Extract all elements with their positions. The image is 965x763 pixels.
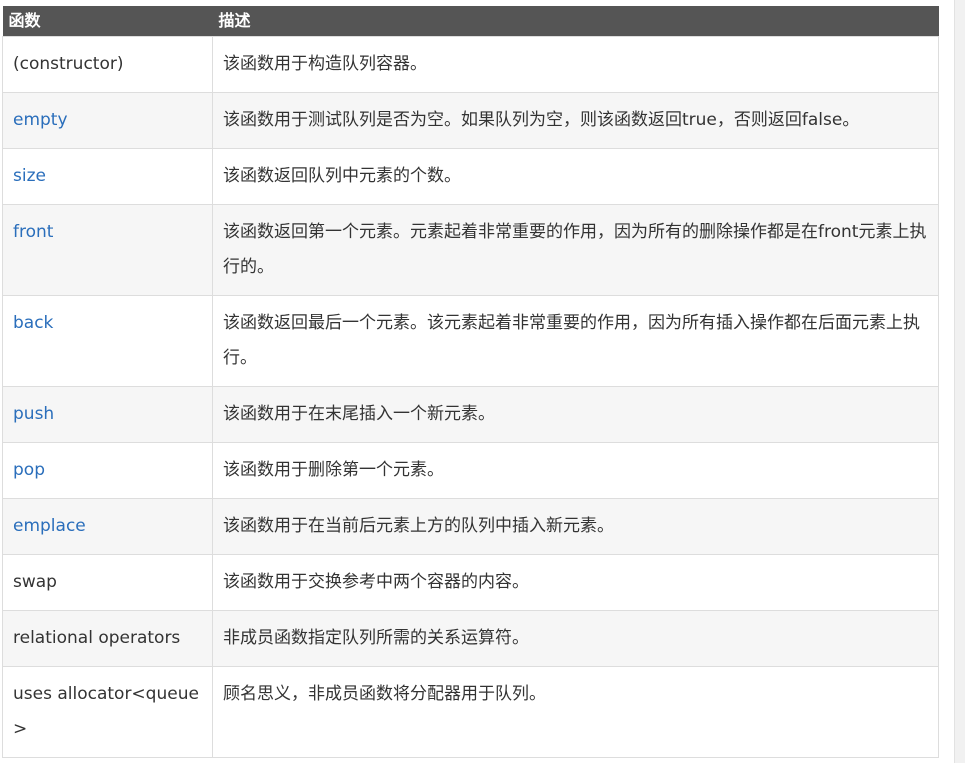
table-row: uses allocator<queue> 顾名思义，非成员函数将分配器用于队列。 bbox=[2, 666, 939, 758]
function-description: 该函数返回队列中元素的个数。 bbox=[223, 166, 461, 186]
function-cell: swap bbox=[2, 554, 213, 611]
function-link[interactable]: pop bbox=[13, 460, 45, 480]
description-cell: 该函数用于构造队列容器。 bbox=[212, 36, 939, 93]
function-description: 该函数用于在末尾插入一个新元素。 bbox=[223, 404, 495, 424]
description-cell: 该函数用于在末尾插入一个新元素。 bbox=[212, 386, 939, 443]
function-link[interactable]: back bbox=[13, 313, 53, 333]
table-row: size 该函数返回队列中元素的个数。 bbox=[2, 148, 939, 205]
function-description: 该函数用于测试队列是否为空。如果队列为空，则该函数返回true，否则返回fals… bbox=[223, 110, 860, 130]
description-cell: 该函数返回第一个元素。元素起着非常重要的作用，因为所有的删除操作都是在front… bbox=[212, 204, 939, 296]
functions-table: 函数 描述 (constructor) 该函数用于构造队列容器。 empty 该函数用… bbox=[2, 6, 939, 758]
function-name: (constructor) bbox=[13, 54, 124, 74]
function-link[interactable]: push bbox=[13, 404, 54, 424]
description-cell: 顾名思义，非成员函数将分配器用于队列。 bbox=[212, 666, 939, 758]
function-description: 该函数用于构造队列容器。 bbox=[223, 54, 427, 74]
function-name: swap bbox=[13, 572, 57, 592]
function-cell: (constructor) bbox=[2, 36, 213, 93]
function-link[interactable]: emplace bbox=[13, 516, 86, 536]
function-cell: empty bbox=[2, 92, 213, 149]
table-row: push 该函数用于在末尾插入一个新元素。 bbox=[2, 386, 939, 443]
description-cell: 该函数用于在当前后元素上方的队列中插入新元素。 bbox=[212, 498, 939, 555]
description-cell: 该函数用于交换参考中两个容器的内容。 bbox=[212, 554, 939, 611]
function-cell: uses allocator<queue> bbox=[2, 666, 213, 758]
function-cell: pop bbox=[2, 442, 213, 499]
function-cell: emplace bbox=[2, 498, 213, 555]
vertical-scrollbar[interactable] bbox=[954, 0, 965, 763]
function-name: relational operators bbox=[13, 628, 181, 648]
table-row: front 该函数返回第一个元素。元素起着非常重要的作用，因为所有的删除操作都是在… bbox=[2, 204, 939, 296]
table-row: back 该函数返回最后一个元素。该元素起着非常重要的作用，因为所有插入操作都在后… bbox=[2, 295, 939, 387]
table-body: (constructor) 该函数用于构造队列容器。 empty 该函数用于测试队列是… bbox=[2, 36, 939, 758]
header-row: 函数 描述 bbox=[2, 6, 939, 37]
function-description: 该函数用于删除第一个元素。 bbox=[223, 460, 444, 480]
description-cell: 非成员函数指定队列所需的关系运算符。 bbox=[212, 610, 939, 667]
function-description: 该函数用于交换参考中两个容器的内容。 bbox=[223, 572, 529, 592]
description-cell: 该函数用于测试队列是否为空。如果队列为空，则该函数返回true，否则返回fals… bbox=[212, 92, 939, 149]
function-link[interactable]: size bbox=[13, 166, 46, 186]
header-description: 描述 bbox=[212, 6, 939, 37]
function-link[interactable]: front bbox=[13, 222, 53, 242]
header-function: 函数 bbox=[2, 6, 213, 37]
table-row: (constructor) 该函数用于构造队列容器。 bbox=[2, 36, 939, 93]
function-cell: back bbox=[2, 295, 213, 387]
description-cell: 该函数返回队列中元素的个数。 bbox=[212, 148, 939, 205]
table-row: swap 该函数用于交换参考中两个容器的内容。 bbox=[2, 554, 939, 611]
function-link[interactable]: empty bbox=[13, 110, 68, 130]
table-row: pop 该函数用于删除第一个元素。 bbox=[2, 442, 939, 499]
function-description: 该函数用于在当前后元素上方的队列中插入新元素。 bbox=[223, 516, 614, 536]
function-description: 该函数返回第一个元素。元素起着非常重要的作用，因为所有的删除操作都是在front… bbox=[223, 222, 927, 277]
table-header: 函数 描述 bbox=[2, 6, 939, 37]
function-description: 非成员函数指定队列所需的关系运算符。 bbox=[223, 628, 529, 648]
functions-table-container: 函数 描述 (constructor) 该函数用于构造队列容器。 empty 该函数用… bbox=[2, 6, 939, 758]
function-cell: size bbox=[2, 148, 213, 205]
description-cell: 该函数返回最后一个元素。该元素起着非常重要的作用，因为所有插入操作都在后面元素上… bbox=[212, 295, 939, 387]
table-row: empty 该函数用于测试队列是否为空。如果队列为空，则该函数返回true，否则返… bbox=[2, 92, 939, 149]
description-cell: 该函数用于删除第一个元素。 bbox=[212, 442, 939, 499]
table-row: relational operators 非成员函数指定队列所需的关系运算符。 bbox=[2, 610, 939, 667]
function-name: uses allocator<queue> bbox=[13, 684, 199, 739]
table-row: emplace 该函数用于在当前后元素上方的队列中插入新元素。 bbox=[2, 498, 939, 555]
function-cell: front bbox=[2, 204, 213, 296]
function-cell: relational operators bbox=[2, 610, 213, 667]
function-description: 顾名思义，非成员函数将分配器用于队列。 bbox=[223, 684, 546, 704]
function-cell: push bbox=[2, 386, 213, 443]
function-description: 该函数返回最后一个元素。该元素起着非常重要的作用，因为所有插入操作都在后面元素上… bbox=[223, 313, 920, 368]
